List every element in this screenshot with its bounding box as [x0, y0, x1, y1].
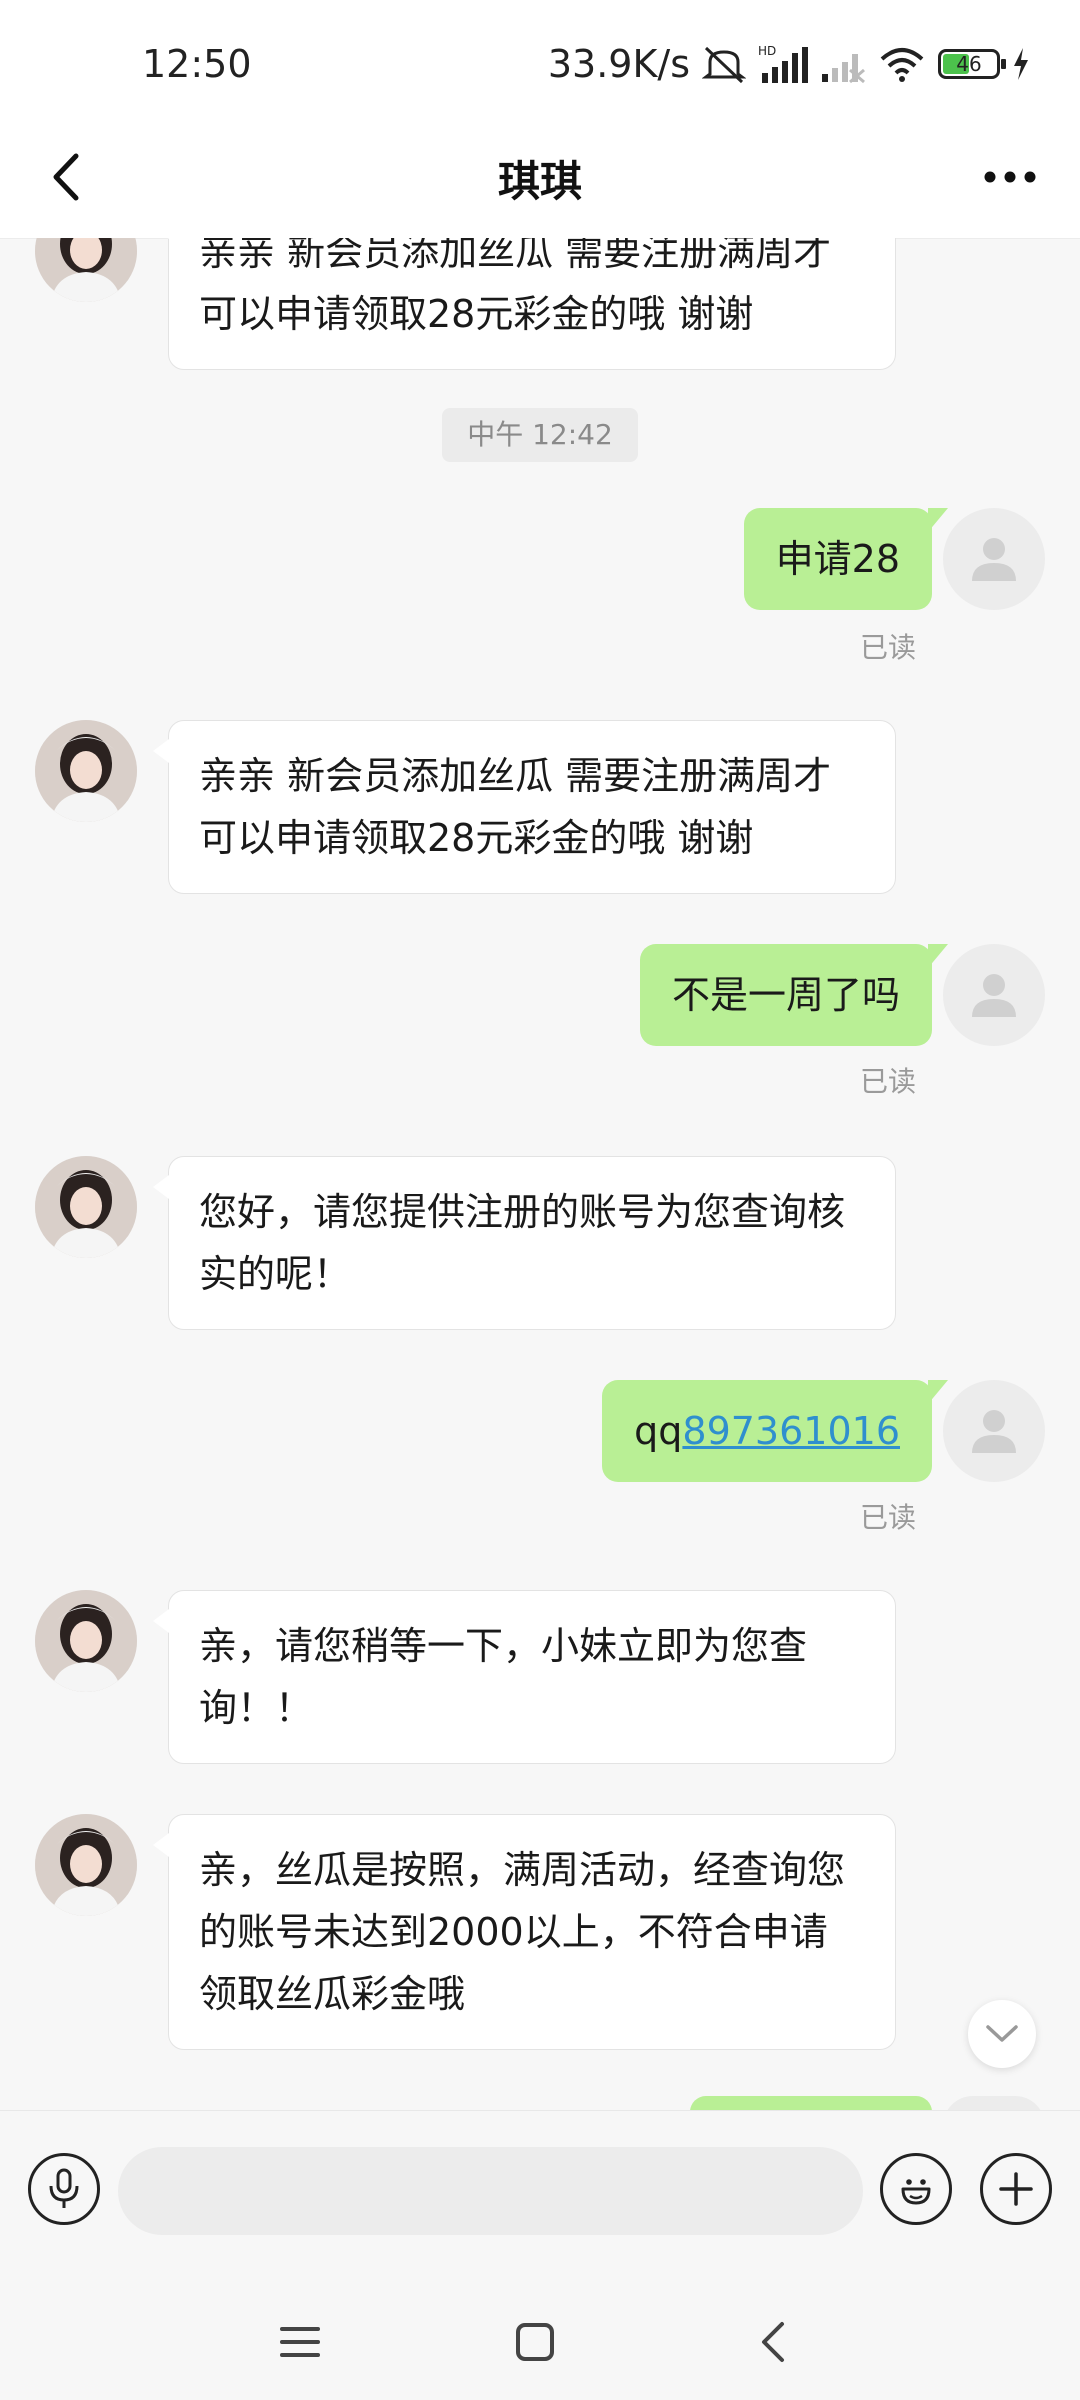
voice-input-button[interactable] [28, 2153, 100, 2225]
chat-message-list[interactable]: 亲亲 新会员添加丝瓜 需要注册满周才可以申请领取28元彩金的哦 谢谢 中午 12… [0, 238, 1080, 2110]
read-status: 已读 [859, 1501, 916, 1534]
chat-header: 琪琪 [0, 120, 1080, 239]
chevron-down-icon [986, 2025, 1018, 2042]
scroll-to-bottom-button[interactable] [968, 2000, 1036, 2068]
my-avatar-partial [943, 2096, 1045, 2110]
home-square-icon [516, 2323, 554, 2361]
recent-apps-button[interactable] [265, 2312, 335, 2372]
message-text: 亲，丝瓜是按照，满周活动，经查询您的账号未达到2000以上，不符合申请领取丝瓜彩… [199, 1848, 846, 2016]
my-avatar[interactable] [943, 1380, 1045, 1482]
hd-signal-icon: HD [758, 43, 808, 85]
contact-avatar[interactable] [35, 1156, 137, 1258]
user-placeholder-icon [972, 974, 1016, 1017]
wifi-icon [878, 45, 926, 83]
outgoing-message-bubble[interactable]: 申请28 [743, 508, 949, 610]
plus-icon [999, 2172, 1033, 2206]
svg-text:HD: HD [758, 44, 776, 58]
message-text: 申请28 [775, 537, 900, 581]
home-button[interactable] [500, 2312, 570, 2372]
incoming-message-bubble[interactable]: 亲亲 新会员添加丝瓜 需要注册满周才可以申请领取28元彩金的哦 谢谢 [153, 238, 896, 370]
outgoing-message-bubble[interactable]: qq897361016 [602, 1380, 948, 1482]
message-text: 您好，请您提供注册的账号为您查询核实的呢！ [199, 1190, 846, 1296]
incoming-message-bubble[interactable]: 亲，丝瓜是按照，满周活动，经查询您的账号未达到2000以上，不符合申请领取丝瓜彩… [153, 1814, 896, 2050]
incoming-message-bubble[interactable]: 您好，请您提供注册的账号为您查询核实的呢！ [153, 1156, 896, 1330]
system-back-button[interactable] [738, 2312, 808, 2372]
incoming-message-bubble[interactable]: 亲亲 新会员添加丝瓜 需要注册满周才可以申请领取28元彩金的哦 谢谢 [153, 720, 896, 894]
charging-icon [1012, 47, 1030, 81]
user-placeholder-icon [972, 538, 1016, 581]
message-text: 亲亲 新会员添加丝瓜 需要注册满周才可以申请领取28元彩金的哦 谢谢 [199, 754, 832, 860]
message-text-prefix: qq [634, 1409, 683, 1453]
signal-weak-icon [820, 44, 866, 84]
mute-icon [702, 44, 746, 84]
menu-lines-icon [280, 2327, 320, 2357]
message-text: 亲亲 新会员添加丝瓜 需要注册满周才可以申请领取28元彩金的哦 谢谢 [199, 238, 832, 336]
contact-avatar[interactable] [35, 238, 137, 302]
battery-icon: 46 [938, 49, 1006, 79]
emoji-button[interactable] [880, 2153, 952, 2225]
message-timestamp: 中午 12:42 [442, 408, 638, 462]
emoji-icon [901, 2179, 931, 2205]
network-speed: 33.9K/s [547, 42, 690, 86]
more-dots-icon [984, 171, 1036, 183]
my-avatar[interactable] [943, 508, 1045, 610]
message-input-bar [0, 2110, 1080, 2281]
contact-avatar[interactable] [35, 1590, 137, 1692]
more-actions-button[interactable] [980, 2153, 1052, 2225]
qq-number-link[interactable]: 897361016 [682, 1409, 900, 1453]
incoming-message-bubble[interactable]: 亲，请您稍等一下，小妹立即为您查询！！ [153, 1590, 896, 1764]
back-chevron-icon [762, 2322, 784, 2362]
contact-name: 琪琪 [497, 157, 582, 206]
status-bar: 12:50 33.9K/s HD 46 [0, 0, 1080, 120]
message-text: 亲，请您稍等一下，小妹立即为您查询！！ [199, 1624, 808, 1730]
contact-avatar[interactable] [35, 1814, 137, 1916]
message-text-input[interactable] [118, 2147, 863, 2235]
microphone-icon [49, 2168, 79, 2208]
status-time: 12:50 [142, 42, 252, 86]
system-navigation-bar [0, 2280, 1080, 2400]
battery-level: 46 [956, 52, 982, 76]
user-placeholder-icon [972, 1410, 1016, 1453]
message-text: 不是一周了吗 [671, 973, 900, 1017]
outgoing-message-bubble[interactable]: 不是一周了吗 [639, 944, 949, 1046]
read-status: 已读 [859, 631, 916, 664]
contact-avatar[interactable] [35, 720, 137, 822]
outgoing-message-bubble-partial[interactable] [690, 2096, 932, 2110]
more-options-button[interactable] [970, 142, 1050, 212]
read-status: 已读 [859, 1065, 916, 1098]
status-icons: 33.9K/s HD 46 [548, 38, 1030, 90]
my-avatar[interactable] [943, 944, 1045, 1046]
